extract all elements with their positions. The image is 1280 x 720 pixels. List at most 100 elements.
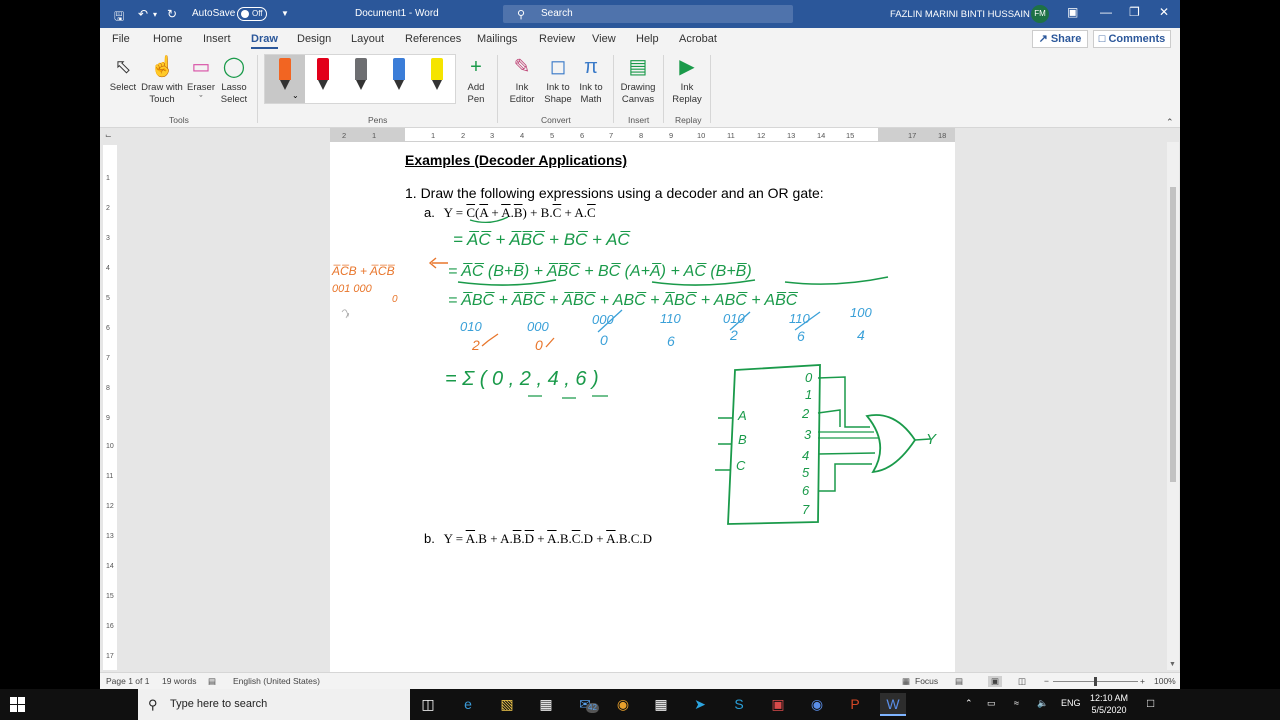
- tab-design[interactable]: Design: [297, 33, 331, 45]
- language-indicator[interactable]: English (United States): [233, 676, 320, 686]
- save-icon[interactable]: 🖫: [114, 7, 124, 28]
- ink-editor-label-2: Editor: [509, 94, 535, 105]
- ruler-tick: 10: [697, 131, 706, 140]
- mail-icon[interactable]: ✉ 42: [572, 693, 599, 716]
- highlighter-yellow[interactable]: [431, 58, 443, 90]
- windows-start-icon[interactable]: [10, 697, 26, 713]
- notifications-icon[interactable]: □: [1147, 696, 1154, 710]
- lasso-select-button[interactable]: ◯ Lasso Select: [218, 55, 250, 106]
- proofing-icon[interactable]: ▤: [208, 676, 216, 687]
- taskbar-clock[interactable]: 12:10 AM 5/5/2020: [1090, 692, 1128, 716]
- word-icon[interactable]: W: [880, 693, 906, 716]
- word-count[interactable]: 19 words: [162, 676, 197, 686]
- task-view-icon[interactable]: ◫: [415, 693, 441, 716]
- lasso-icon: ◯: [222, 56, 246, 78]
- pen-orange[interactable]: [279, 58, 291, 90]
- vertical-ruler[interactable]: 1 2 3 4 5 6 7 8 9 10 11 12 13 14 15 16 1…: [103, 145, 117, 670]
- wifi-icon[interactable]: ≈: [1014, 698, 1019, 708]
- snip-icon[interactable]: ▣: [765, 693, 791, 716]
- tab-file[interactable]: File: [112, 33, 130, 45]
- ink-decimal: 0: [535, 337, 543, 353]
- avatar[interactable]: FM: [1031, 5, 1049, 23]
- page-count[interactable]: Page 1 of 1: [106, 676, 149, 686]
- ruler-tick: 18: [938, 131, 947, 140]
- redo-icon[interactable]: ↻: [167, 7, 177, 21]
- tab-references[interactable]: References: [405, 33, 461, 45]
- print-layout-icon[interactable]: ▣: [988, 676, 1003, 687]
- pen-gray[interactable]: [355, 58, 367, 90]
- customize-qat-icon[interactable]: ▼: [281, 9, 289, 18]
- input-language[interactable]: ENG: [1061, 698, 1081, 708]
- focus-button[interactable]: Focus: [915, 676, 938, 686]
- zoom-in-icon[interactable]: +: [1140, 676, 1145, 686]
- minimize-icon[interactable]: —: [1100, 5, 1112, 19]
- ink-checkmark: [545, 337, 555, 348]
- tab-draw[interactable]: Draw: [251, 33, 278, 49]
- ink-to-shape-button[interactable]: ◻ Ink to Shape: [543, 55, 573, 106]
- file-explorer-icon[interactable]: ▧: [494, 693, 520, 716]
- ink-pointer-mark: [341, 309, 350, 319]
- pen-dropdown-icon[interactable]: ⌄: [292, 91, 299, 100]
- vertical-scrollbar[interactable]: [1167, 142, 1179, 670]
- lasso-label-1: Lasso: [221, 82, 247, 93]
- zoom-level[interactable]: 100%: [1154, 676, 1176, 686]
- calculator-icon[interactable]: ▦: [648, 693, 674, 716]
- tray-chevron-icon[interactable]: ⌃: [965, 698, 973, 709]
- close-icon[interactable]: ✕: [1159, 5, 1169, 19]
- scrollbar-thumb[interactable]: [1170, 187, 1176, 482]
- autosave-toggle[interactable]: Off: [237, 7, 267, 21]
- volume-icon[interactable]: 🔈: [1037, 698, 1048, 709]
- ink-side-note: A̅C̅B + A̅C̅B̅: [331, 264, 395, 278]
- restore-icon[interactable]: ❐: [1129, 5, 1140, 19]
- eraser-button[interactable]: ▭ Eraser ˇ: [186, 55, 216, 106]
- drawing-canvas-button[interactable]: ▤ Drawing Canvas: [618, 55, 658, 106]
- tab-view[interactable]: View: [592, 33, 616, 45]
- tab-insert[interactable]: Insert: [203, 33, 231, 45]
- telegram-icon[interactable]: ➤: [687, 693, 713, 716]
- ruler-tick: 1: [372, 131, 377, 140]
- ink-editor-button[interactable]: ✎ Ink Editor: [502, 55, 542, 106]
- comments-button[interactable]: □ Comments: [1093, 30, 1171, 48]
- tab-acrobat[interactable]: Acrobat: [679, 33, 717, 45]
- chrome-icon[interactable]: ◉: [610, 693, 636, 716]
- ink-replay-button[interactable]: ▶ Ink Replay: [670, 55, 704, 106]
- ink-math-label-1: Ink to: [579, 82, 603, 93]
- battery-icon[interactable]: ▭: [987, 698, 996, 709]
- ruler-tick: 2: [342, 131, 347, 140]
- select-button[interactable]: ⬁ Select: [109, 55, 137, 94]
- search-box[interactable]: ⚲ Search: [503, 5, 793, 23]
- draw-with-touch-button[interactable]: ☝ Draw with Touch: [139, 55, 185, 106]
- share-button[interactable]: ↗ Share: [1032, 30, 1088, 48]
- decoder-output-label: 5: [802, 465, 810, 480]
- ink-to-math-button[interactable]: π Ink to Math: [576, 55, 606, 106]
- edge-icon[interactable]: e: [455, 693, 481, 716]
- tab-review[interactable]: Review: [539, 33, 575, 45]
- scroll-down-icon[interactable]: ▼: [1169, 661, 1176, 668]
- tab-selector[interactable]: ⌙: [105, 131, 112, 140]
- pen-red[interactable]: [317, 58, 329, 90]
- skype-icon[interactable]: S: [726, 693, 752, 716]
- powerpoint-icon[interactable]: P: [842, 693, 868, 716]
- horizontal-ruler[interactable]: 2 1 1 2 3 4 5 6 7 8 9 10 11 12 13 14 15 …: [330, 128, 955, 142]
- wire-output-6: [818, 463, 872, 492]
- collapse-ribbon-icon[interactable]: ⌃: [1166, 117, 1174, 128]
- ink-decimal: 6: [797, 328, 805, 344]
- store-icon[interactable]: ▦: [533, 693, 559, 716]
- zoom-slider-handle[interactable]: [1094, 677, 1097, 686]
- undo-icon[interactable]: ↶: [138, 7, 148, 21]
- zoom-out-icon[interactable]: −: [1044, 676, 1049, 686]
- read-mode-icon[interactable]: ▤: [955, 676, 963, 687]
- ribbon-display-icon[interactable]: ▣: [1067, 5, 1078, 19]
- chrome-profile-icon[interactable]: ◉: [804, 693, 830, 716]
- add-pen-button[interactable]: + Add Pen: [460, 55, 492, 106]
- taskbar-search[interactable]: ⚲ Type here to search: [138, 689, 410, 720]
- web-layout-icon[interactable]: ◫: [1018, 676, 1026, 687]
- tab-home[interactable]: Home: [153, 33, 182, 45]
- ruler-tick: 4: [106, 265, 110, 272]
- document-page[interactable]: Examples (Decoder Applications) 1. Draw …: [330, 142, 955, 672]
- tab-layout[interactable]: Layout: [351, 33, 384, 45]
- pen-blue[interactable]: [393, 58, 405, 90]
- undo-dropdown-icon[interactable]: ▾: [153, 10, 157, 19]
- tab-mailings[interactable]: Mailings: [477, 33, 517, 45]
- tab-help[interactable]: Help: [636, 33, 659, 45]
